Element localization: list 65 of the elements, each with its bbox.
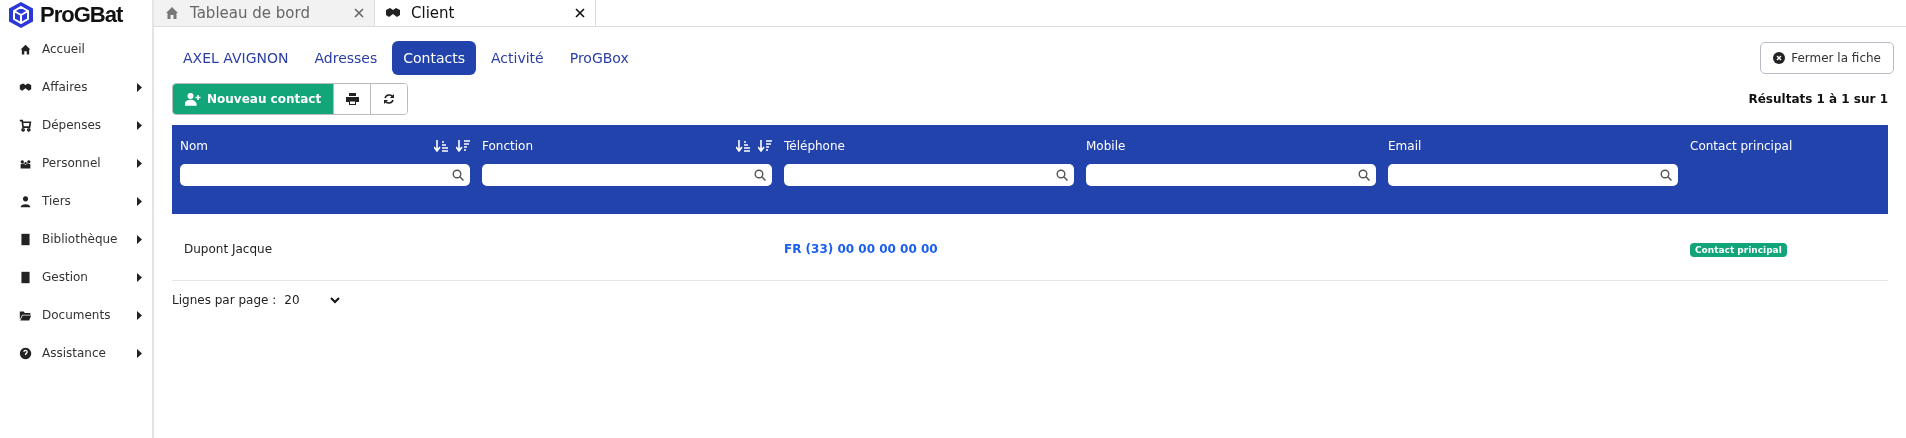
filter-field[interactable] <box>784 164 1074 186</box>
refresh-button[interactable] <box>370 84 408 114</box>
column-header[interactable]: Téléphone <box>784 137 1074 155</box>
tab[interactable]: ProGBox <box>558 41 640 75</box>
caret-icon <box>137 272 142 282</box>
search-icon <box>1358 169 1370 181</box>
search-icon <box>1056 169 1068 181</box>
table-cell-text: Dupont Jacque <box>183 241 273 256</box>
sort-descending-icon[interactable] <box>456 140 470 152</box>
close-record-button[interactable]: Fermer la fiche <box>1760 42 1894 74</box>
caret-icon <box>137 348 142 358</box>
sidebar-item[interactable]: Bibliothèque <box>0 220 152 258</box>
caret-icon <box>137 158 142 168</box>
tab[interactable]: Adresses <box>303 41 389 75</box>
status-badge: Contact principal <box>1690 242 1787 257</box>
caret-icon <box>137 82 142 92</box>
caret-icon <box>137 234 142 244</box>
column-header[interactable]: Email <box>1388 137 1678 155</box>
filter-field[interactable] <box>1388 164 1678 186</box>
caret-icon <box>137 310 142 320</box>
sidebar-item[interactable]: Personnel <box>0 144 152 182</box>
tab[interactable]: Activité <box>480 41 555 75</box>
sort-descending-icon[interactable] <box>758 140 772 152</box>
column-header[interactable]: Mobile <box>1086 137 1376 155</box>
results-count: Résultats 1 à 1 sur 1 <box>1748 92 1888 106</box>
tab[interactable]: Contacts <box>392 41 476 75</box>
rows-per-page-label: Lignes par page : <box>172 293 277 307</box>
tab[interactable]: Tableau de bord <box>154 0 375 26</box>
sort-ascending-icon[interactable] <box>736 140 750 152</box>
search-icon <box>452 169 464 181</box>
sort-ascending-icon[interactable] <box>434 140 448 152</box>
sidebar-item[interactable]: Documents <box>0 296 152 334</box>
user-icon <box>19 194 32 208</box>
sidebar-item[interactable]: Accueil <box>0 30 152 68</box>
tab[interactable]: AXEL AVIGNON <box>172 41 300 75</box>
filter-field[interactable] <box>180 164 470 186</box>
chevron-down-icon <box>329 296 340 304</box>
sidebar-item[interactable]: Gestion <box>0 258 152 296</box>
caret-icon <box>137 120 142 130</box>
close-icon[interactable] <box>575 8 585 18</box>
printer-icon <box>345 93 359 105</box>
caret-icon <box>137 196 142 206</box>
phone-link[interactable]: FR (33) 00 00 00 00 00 <box>784 241 938 256</box>
cart-icon <box>19 118 32 132</box>
column-header[interactable]: Fonction <box>482 137 772 155</box>
home-icon <box>19 42 32 56</box>
sidebar-item[interactable]: Affaires <box>0 68 152 106</box>
column-header[interactable]: Contact principal <box>1690 137 1880 155</box>
filter-field[interactable] <box>482 164 772 186</box>
logo-icon <box>8 1 34 29</box>
search-icon <box>1660 169 1672 181</box>
refresh-icon <box>383 93 396 105</box>
add-user-icon <box>185 92 201 106</box>
rows-per-page-select[interactable]: 20 <box>284 293 340 307</box>
sidebar-item[interactable]: Tiers <box>0 182 152 220</box>
sidebar-item[interactable]: Assistance <box>0 334 152 372</box>
folder-icon <box>19 308 32 322</box>
logo-text: ProGBat <box>40 2 123 28</box>
filter-field[interactable] <box>1086 164 1376 186</box>
column-header[interactable]: Nom <box>180 137 470 155</box>
sidebar-item[interactable]: Dépenses <box>0 106 152 144</box>
home-icon <box>164 5 180 21</box>
close-icon <box>1773 52 1786 64</box>
search-icon <box>754 169 766 181</box>
question-icon <box>19 346 32 360</box>
